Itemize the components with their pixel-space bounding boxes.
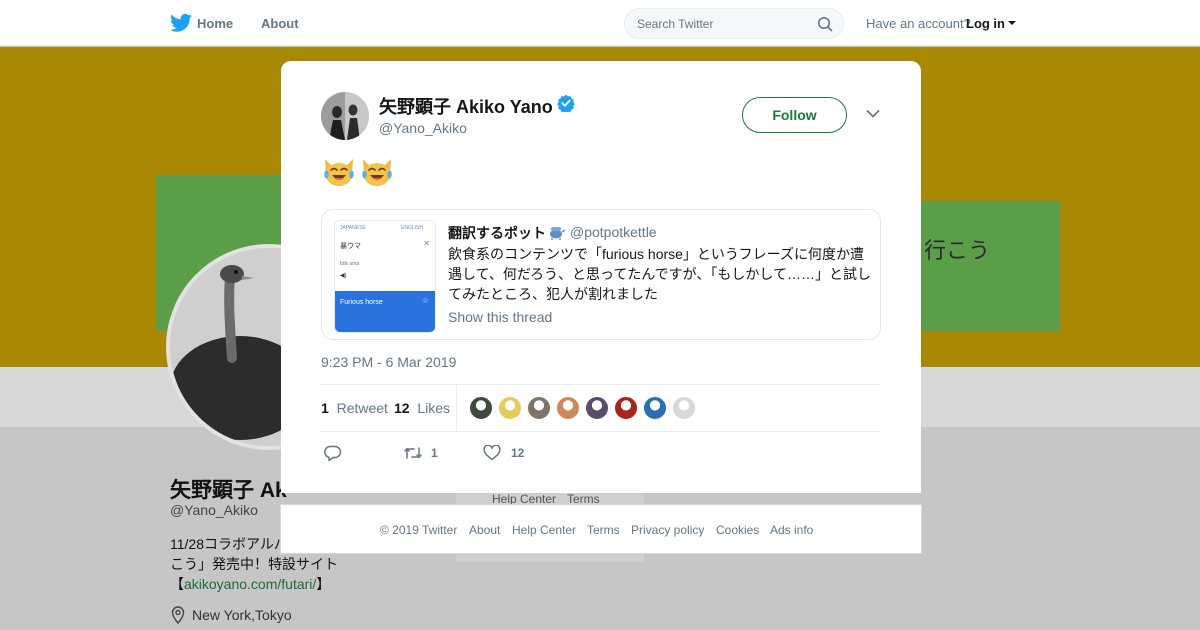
- reply-icon[interactable]: [324, 445, 342, 461]
- close-icon[interactable]: [1155, 13, 1177, 35]
- login-caret-icon[interactable]: [1008, 21, 1016, 25]
- thumb-speaker-icon: ◀): [340, 273, 347, 279]
- footer-ads-info-link[interactable]: Ads info: [770, 523, 813, 537]
- login-link[interactable]: Log in: [966, 16, 1005, 31]
- heart-icon[interactable]: [483, 445, 501, 461]
- author-name[interactable]: 矢野顕子 Akiko Yano: [379, 93, 553, 119]
- like-stat-label: Likes: [417, 400, 451, 416]
- tweet-actions: 1 12: [321, 443, 881, 463]
- profile-name: 矢野顕子 Ak: [170, 479, 287, 502]
- liker-avatar[interactable]: [585, 396, 609, 420]
- author-photo: [321, 92, 369, 140]
- search-box[interactable]: Search Twitter: [624, 8, 844, 39]
- tweet-emoji-text: [321, 151, 395, 187]
- retweet-action-count: 1: [431, 446, 438, 460]
- stats-divider: [456, 385, 457, 431]
- chevron-down-icon[interactable]: [866, 109, 880, 119]
- author-handle[interactable]: @Yano_Akiko: [379, 120, 467, 136]
- tweet-modal: 矢野顕子 Akiko Yano @Yano_Akiko Follow JAPAN…: [281, 61, 921, 493]
- like-action-count: 12: [511, 446, 525, 460]
- quoted-author-name[interactable]: 翻訳するポット: [448, 223, 546, 243]
- liker-avatars: [469, 396, 696, 420]
- footer-terms-link[interactable]: Terms: [587, 523, 620, 537]
- like-stat[interactable]: 12 Likes: [394, 400, 450, 416]
- thumb-romaji: bōk uma: [340, 261, 360, 267]
- copyright-text: © 2019 Twitter: [380, 523, 458, 537]
- author-avatar[interactable]: [321, 92, 369, 140]
- retweet-count: 1: [321, 400, 329, 416]
- quoted-tweet-image[interactable]: JAPANESE ENGLISH 暴ウマ ✕ bōk uma ◀) Furiou…: [334, 220, 436, 333]
- modal-footer: © 2019 Twitter About Help Center Terms P…: [280, 504, 922, 554]
- quoted-author-handle[interactable]: @potpotkettle: [570, 224, 657, 240]
- quoted-tweet-card[interactable]: JAPANESE ENGLISH 暴ウマ ✕ bōk uma ◀) Furiou…: [321, 209, 881, 340]
- tweet-stats: 1 Retweet 12 Likes: [321, 384, 881, 432]
- bio-line: 【akikoyano.com/futari/】: [170, 574, 350, 594]
- cat-tears-of-joy-icon: [324, 159, 354, 186]
- follow-button[interactable]: Follow: [742, 97, 847, 133]
- search-input[interactable]: Search Twitter: [637, 17, 713, 31]
- liker-avatar[interactable]: [527, 396, 551, 420]
- quoted-tweet-text: 飲食系のコンテンツで「furious horse」というフレーズに何度か遭遇して…: [448, 246, 871, 302]
- thumb-lang-from: JAPANESE: [340, 225, 366, 231]
- footer-cookies-link[interactable]: Cookies: [716, 523, 759, 537]
- footer-about-link[interactable]: About: [469, 523, 500, 537]
- nav-about-link[interactable]: About: [261, 16, 299, 31]
- cat-tears-of-joy-icon: [362, 159, 392, 186]
- retweet-stat-label: Retweet: [336, 400, 388, 416]
- thumb-language-bar: JAPANESE ENGLISH: [335, 221, 435, 233]
- thumb-star-icon: ☆: [421, 296, 429, 305]
- thumb-close-icon: ✕: [423, 239, 430, 248]
- retweet-icon[interactable]: [403, 445, 423, 461]
- thumb-translation-panel: Furious horse ☆: [335, 291, 435, 332]
- tweet-timestamp[interactable]: 9:23 PM - 6 Mar 2019: [321, 354, 456, 370]
- profile-handle: @Yano_Akiko: [170, 502, 258, 518]
- liker-avatar[interactable]: [643, 396, 667, 420]
- teapot-emoji-icon: [550, 227, 565, 240]
- verified-badge-icon: [557, 94, 575, 112]
- nav-home-link[interactable]: Home: [197, 16, 233, 31]
- twitter-bird-icon[interactable]: [170, 13, 192, 33]
- bio-bracket: 】: [316, 576, 331, 592]
- location-pin-icon: [171, 606, 185, 624]
- liker-avatar[interactable]: [556, 396, 580, 420]
- thumb-translation: Furious horse: [340, 299, 383, 306]
- account-prompt: Have an account?: [866, 16, 971, 31]
- bio-line: こう」発売中！特設サイト: [170, 556, 338, 572]
- liker-avatar[interactable]: [672, 396, 696, 420]
- like-count: 12: [394, 400, 410, 416]
- bio-link[interactable]: akikoyano.com/futari/: [184, 576, 316, 592]
- footer-help-center-link[interactable]: Help Center: [512, 523, 576, 537]
- banner-text: 行こう: [924, 238, 991, 263]
- liker-avatar[interactable]: [498, 396, 522, 420]
- footer-privacy-link[interactable]: Privacy policy: [631, 523, 704, 537]
- liker-avatar[interactable]: [614, 396, 638, 420]
- show-thread-link[interactable]: Show this thread: [448, 309, 552, 325]
- bio-bracket: 【: [170, 576, 184, 592]
- retweet-stat[interactable]: 1 Retweet: [321, 400, 388, 416]
- thumb-source-text: 暴ウマ: [340, 243, 361, 250]
- thumb-lang-to: ENGLISH: [401, 225, 423, 231]
- top-navigation-bar: Home About Search Twitter Have an accoun…: [0, 0, 1200, 46]
- profile-location: New York,Tokyo: [192, 607, 292, 623]
- banner-card: [920, 201, 1060, 331]
- search-icon[interactable]: [817, 16, 833, 32]
- liker-avatar[interactable]: [469, 396, 493, 420]
